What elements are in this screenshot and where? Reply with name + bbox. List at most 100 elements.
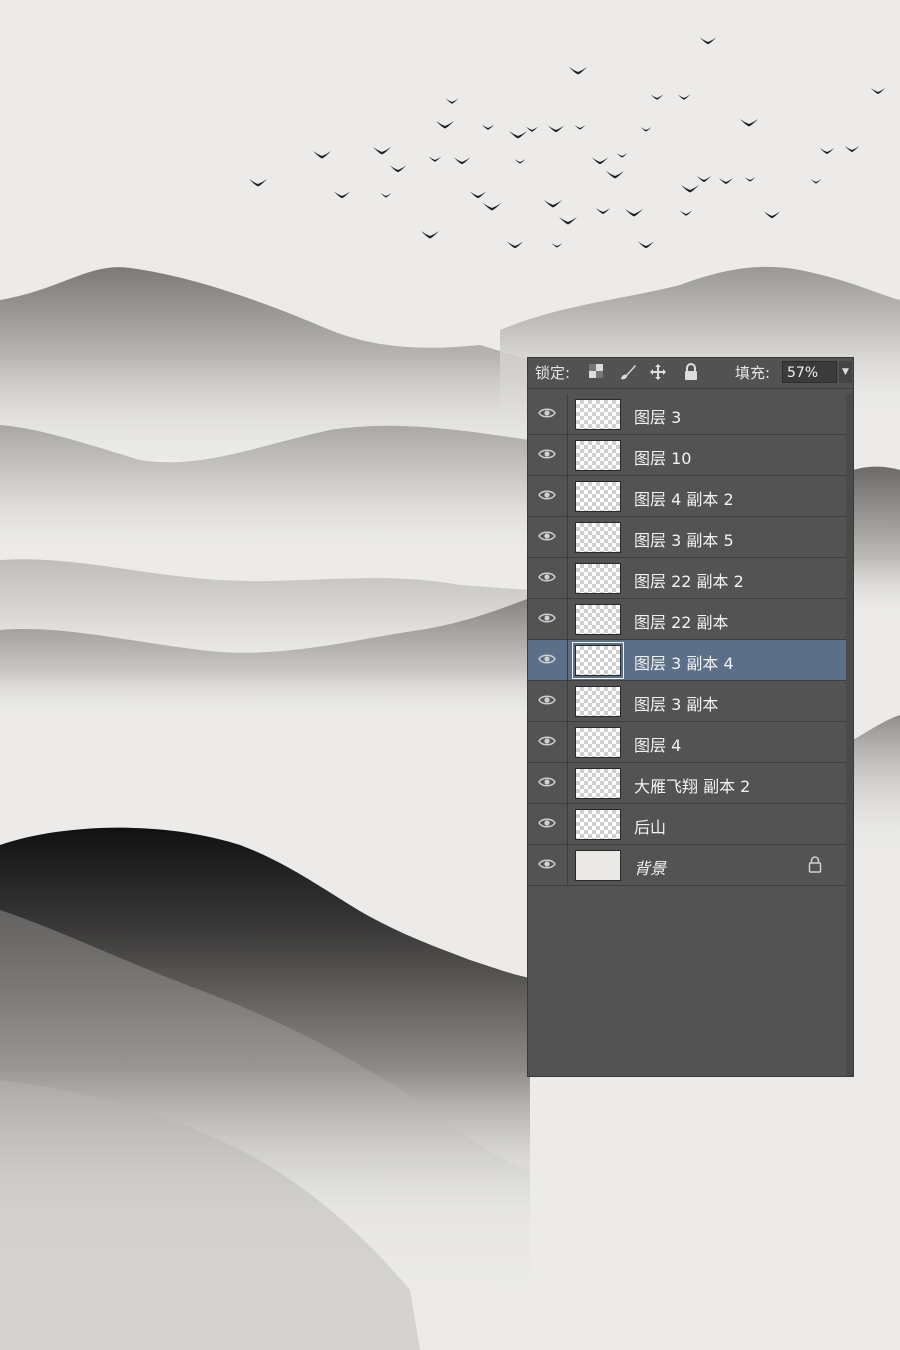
bird-icon (640, 127, 652, 132)
layer-name[interactable]: 图层 3 副本 5 (634, 527, 734, 551)
bird-icon (481, 124, 495, 130)
bird-icon (595, 208, 611, 214)
visibility-eye-icon[interactable] (528, 558, 568, 598)
bird-icon (763, 211, 781, 219)
bird-icon (744, 177, 756, 182)
visibility-eye-icon[interactable] (528, 681, 568, 721)
layer-row[interactable]: 后山 (528, 804, 846, 845)
bird-icon (574, 125, 586, 130)
visibility-eye-icon[interactable] (528, 722, 568, 762)
bird-icon (551, 243, 563, 248)
visibility-eye-icon[interactable] (528, 845, 568, 885)
bird-icon (740, 119, 758, 127)
layer-thumbnail[interactable] (575, 522, 621, 553)
layer-thumbnail[interactable] (575, 604, 621, 635)
visibility-eye-icon[interactable] (528, 599, 568, 639)
layer-thumbnail[interactable] (572, 642, 624, 679)
bird-icon (616, 153, 628, 158)
visibility-eye-icon[interactable] (528, 640, 568, 680)
fill-input[interactable]: 57% (782, 361, 837, 383)
visibility-eye-icon[interactable] (528, 435, 568, 475)
bird-icon (591, 157, 609, 165)
layer-row[interactable]: 图层 3 副本 (528, 681, 846, 722)
layer-thumbnail[interactable] (575, 481, 621, 512)
lock-transparent-pixels-icon[interactable] (586, 363, 606, 383)
bird-icon (637, 241, 655, 249)
bird-icon (681, 185, 699, 193)
layer-name[interactable]: 后山 (634, 814, 666, 838)
layer-name[interactable]: 图层 3 副本 4 (634, 650, 734, 674)
layer-row[interactable]: 图层 3 副本 4 (528, 640, 846, 681)
layer-name[interactable]: 图层 4 副本 2 (634, 486, 734, 510)
bird-icon (650, 94, 664, 100)
layer-thumbnail[interactable] (575, 563, 621, 594)
bird-icon (679, 210, 693, 216)
lock-position-icon[interactable] (648, 363, 668, 383)
visibility-eye-icon[interactable] (528, 804, 568, 844)
layer-list: 图层 3 图层 10 图层 4 副本 2 图层 3 副本 5 图层 22 副本 2 图层 … (528, 394, 846, 886)
bird-icon (389, 165, 407, 173)
layer-row[interactable]: 图层 3 副本 5 (528, 517, 846, 558)
layer-name[interactable]: 图层 22 副本 2 (634, 568, 744, 592)
bird-icon (696, 176, 712, 182)
layer-thumbnail[interactable] (575, 850, 621, 881)
bird-icon (569, 67, 587, 75)
layer-row[interactable]: 大雁飞翔 副本 2 (528, 763, 846, 804)
bird-icon (699, 37, 717, 45)
layer-name[interactable]: 图层 22 副本 (634, 609, 729, 633)
bird-icon (469, 191, 487, 199)
bird-icon (421, 231, 439, 239)
visibility-eye-icon[interactable] (528, 763, 568, 803)
layer-name[interactable]: 图层 4 (634, 732, 681, 756)
bird-icon (525, 126, 539, 132)
layer-row[interactable]: 背景 (528, 845, 846, 886)
layer-row[interactable]: 图层 3 (528, 394, 846, 435)
bird-icon (547, 125, 565, 133)
layer-row[interactable]: 图层 10 (528, 435, 846, 476)
layer-thumbnail[interactable] (575, 809, 621, 840)
flying-birds-group (249, 37, 886, 249)
layer-list-scrollbar[interactable] (846, 394, 853, 1076)
bird-icon (606, 171, 624, 179)
bird-icon (625, 209, 643, 217)
layer-row[interactable]: 图层 4 (528, 722, 846, 763)
bird-icon (544, 200, 562, 208)
lock-fill-bar: 锁定: 填充: 57% ▼ (528, 358, 853, 389)
bird-icon (313, 151, 331, 159)
layer-thumbnail[interactable] (575, 440, 621, 471)
bird-icon (333, 191, 351, 199)
bird-icon (453, 157, 471, 165)
layer-thumbnail[interactable] (575, 399, 621, 430)
bird-icon (428, 156, 442, 162)
layer-thumbnail[interactable] (575, 727, 621, 758)
bird-icon (677, 94, 691, 100)
bird-icon (445, 98, 459, 104)
bird-icon (483, 203, 501, 211)
bird-icon (718, 178, 734, 184)
visibility-eye-icon[interactable] (528, 394, 568, 434)
lock-image-pixels-icon[interactable] (618, 363, 638, 383)
layer-name[interactable]: 背景 (634, 855, 666, 879)
bird-icon (380, 193, 392, 198)
layer-row[interactable]: 图层 4 副本 2 (528, 476, 846, 517)
layer-lock-icon (808, 856, 822, 877)
bird-icon (810, 179, 822, 184)
layer-name[interactable]: 图层 10 (634, 445, 691, 469)
layer-thumbnail[interactable] (575, 768, 621, 799)
layer-thumbnail[interactable] (575, 686, 621, 717)
fill-dropdown-arrow-icon[interactable]: ▼ (839, 361, 852, 383)
bird-icon (506, 241, 524, 249)
layer-row[interactable]: 图层 22 副本 (528, 599, 846, 640)
layer-name[interactable]: 大雁飞翔 副本 2 (634, 773, 750, 797)
layer-name[interactable]: 图层 3 (634, 404, 681, 428)
bird-icon (373, 147, 391, 155)
lock-all-icon[interactable] (681, 363, 701, 383)
bird-icon (870, 88, 886, 94)
visibility-eye-icon[interactable] (528, 476, 568, 516)
bird-icon (509, 131, 527, 139)
layer-name[interactable]: 图层 3 副本 (634, 691, 718, 715)
layers-panel: 锁定: 填充: 57% ▼ 图层 3 图层 10 图层 4 副本 2 图层 3 副本 … (528, 358, 853, 1076)
layer-row[interactable]: 图层 22 副本 2 (528, 558, 846, 599)
visibility-eye-icon[interactable] (528, 517, 568, 557)
bird-icon (436, 121, 454, 129)
